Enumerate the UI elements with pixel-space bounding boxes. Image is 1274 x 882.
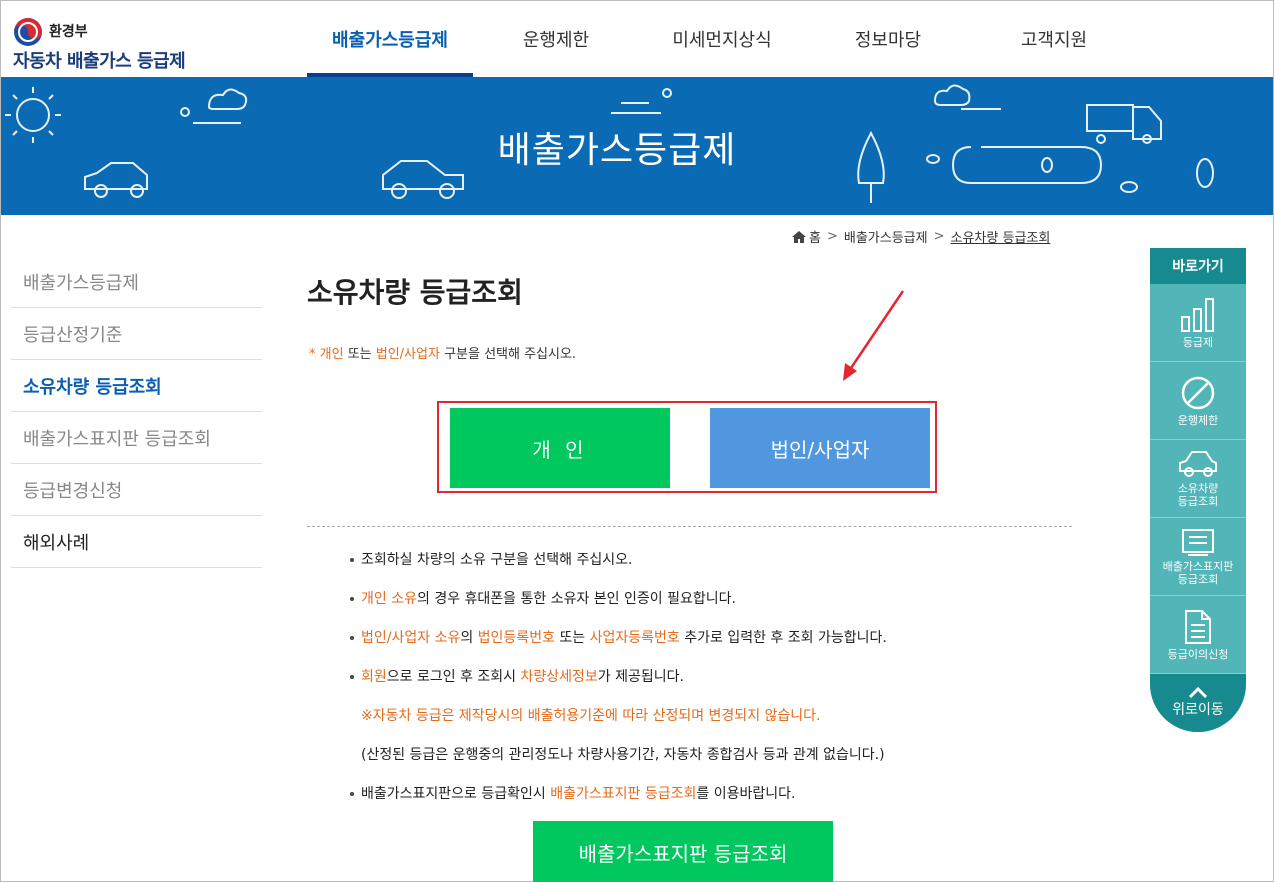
quick-item-label: 소유차량 <box>1177 482 1219 495</box>
nav-driving-restriction[interactable]: 운행제한 <box>473 1 639 77</box>
guide-text: 또는 <box>554 630 590 646</box>
notice-rest: 구분을 선택해 주십시오. <box>439 347 577 362</box>
nav-fine-dust-info[interactable]: 미세먼지상식 <box>639 1 805 77</box>
prohibited-icon <box>1181 376 1215 409</box>
owner-type-notice: * 개인 또는 법인/사업자 구분을 선택해 주십시오. <box>309 343 576 362</box>
notice-or: 또는 <box>343 347 376 362</box>
guide-highlight: 차량상세정보 <box>520 669 598 685</box>
guide-text: 으로 로그인 후 조회시 <box>386 669 521 685</box>
sidebar-item-grade-change-request[interactable]: 등급변경신청 <box>11 464 262 516</box>
sidebar-menu: 배출가스등급제 등급산정기준 소유차량 등급조회 배출가스표지판 등급조회 등급… <box>11 256 262 568</box>
breadcrumb-home[interactable]: 홈 <box>809 227 821 246</box>
chevron-right-icon: > <box>826 229 838 244</box>
notice-mark: * <box>309 347 316 362</box>
chevron-up-icon <box>1188 687 1208 699</box>
guide-text: 조회하실 차량의 소유 구분을 선택해 주십시오. <box>361 552 633 568</box>
ministry-name: 환경부 <box>49 24 88 40</box>
quick-item-label: 등급조회 <box>1177 573 1219 586</box>
guide-item: 개인 소유의 경우 휴대폰을 통한 소유자 본인 인증이 필요합니다. <box>347 588 1067 627</box>
page-banner: 배출가스등급제 <box>1 77 1273 215</box>
nav-customer-support[interactable]: 고객지원 <box>971 1 1137 77</box>
chevron-right-icon: > <box>933 229 945 244</box>
quick-item-vehicle-lookup[interactable]: 소유차량 등급조회 <box>1150 440 1246 518</box>
main-navigation: 배출가스등급제 운행제한 미세먼지상식 정보마당 고객지원 <box>307 1 1137 77</box>
breadcrumb-level1[interactable]: 배출가스등급제 <box>844 227 928 246</box>
breadcrumb: 홈 > 배출가스등급제 > 소유차량 등급조회 <box>791 227 1050 246</box>
dashed-divider <box>307 526 1072 527</box>
sidebar-item-emission-grade[interactable]: 배출가스등급제 <box>11 256 262 308</box>
red-annotation-arrow-icon <box>843 290 905 381</box>
scroll-top-button[interactable]: 위로이동 <box>1150 674 1246 732</box>
banner-title: 배출가스등급제 <box>497 130 737 171</box>
guide-item: 배출가스표지판으로 등급확인시 배출가스표지판 등급조회를 이용바랍니다. <box>347 783 1067 822</box>
guide-highlight: 개인 소유 <box>361 591 417 607</box>
guide-text: 의 <box>460 630 478 646</box>
quick-item-label: 운행제한 <box>1177 413 1219 427</box>
sign-board-icon <box>1182 529 1214 556</box>
quick-item-objection[interactable]: 등급이의신청 <box>1150 596 1246 674</box>
sidebar-item-vehicle-grade-lookup[interactable]: 소유차량 등급조회 <box>11 360 262 412</box>
guide-item: 조회하실 차량의 소유 구분을 선택해 주십시오. <box>347 549 1067 588</box>
guide-highlight: 배출가스표지판 등급조회 <box>550 786 697 802</box>
guide-list: 조회하실 차량의 소유 구분을 선택해 주십시오. 개인 소유의 경우 휴대폰을… <box>347 549 1067 822</box>
notice-corp: 법인/사업자 <box>375 347 440 362</box>
guide-highlight: 회원 <box>361 669 387 685</box>
taegeuk-emblem-icon <box>14 18 42 46</box>
guide-text: 가 제공됩니다. <box>597 669 684 685</box>
quick-item-label: 등급조회 <box>1177 495 1219 508</box>
guide-text: 추가로 입력한 후 조회 가능합니다. <box>679 630 887 646</box>
quick-item-grade[interactable]: 등급제 <box>1150 284 1246 362</box>
sidebar-item-overseas-cases[interactable]: 해외사례 <box>11 516 262 568</box>
quick-item-label: 배출가스표지판 <box>1162 560 1234 573</box>
quick-menu: 바로가기 등급제 운행제한 소유차량 등급조회 배출가스표지판 등급조회 등급이… <box>1150 248 1246 732</box>
car-icon <box>1179 451 1217 477</box>
sidebar-item-sign-grade-lookup[interactable]: 배출가스표지판 등급조회 <box>11 412 262 464</box>
nav-information[interactable]: 정보마당 <box>805 1 971 77</box>
scroll-top-label: 위로이동 <box>1172 702 1224 718</box>
guide-text: 배출가스표지판으로 등급확인시 <box>361 786 551 802</box>
guide-note: (산정된 등급은 운행중의 관리정도나 차량사용기간, 자동차 종합검사 등과 … <box>361 747 885 763</box>
document-icon <box>1185 609 1211 644</box>
page-title: 소유차량 등급조회 <box>307 276 523 309</box>
guide-highlight: 법인/사업자 소유 <box>361 630 461 646</box>
quick-menu-title: 바로가기 <box>1150 248 1246 284</box>
guide-item: 회원으로 로그인 후 조회시 차량상세정보가 제공됩니다. <box>347 666 1067 705</box>
quick-item-restriction[interactable]: 운행제한 <box>1150 362 1246 440</box>
guide-highlight: 사업자등록번호 <box>589 630 680 646</box>
home-icon <box>792 230 806 243</box>
site-header: 환경부 자동차 배출가스 등급제 배출가스등급제 운행제한 미세먼지상식 정보마… <box>1 1 1273 77</box>
guide-text: 의 경우 휴대폰을 통한 소유자 본인 인증이 필요합니다. <box>416 591 736 607</box>
quick-item-label: 등급제 <box>1182 335 1214 349</box>
bar-chart-icon <box>1181 297 1214 332</box>
quick-item-sign-lookup[interactable]: 배출가스표지판 등급조회 <box>1150 518 1246 596</box>
guide-highlight: 법인등록번호 <box>477 630 555 646</box>
site-name: 자동차 배출가스 등급제 <box>13 51 186 72</box>
guide-warning: ※자동차 등급은 제작당시의 배출허용기준에 따라 산정되며 변경되지 않습니다… <box>361 708 821 724</box>
sidebar-item-grade-criteria[interactable]: 등급산정기준 <box>11 308 262 360</box>
guide-item: 법인/사업자 소유의 법인등록번호 또는 사업자등록번호 추가로 입력한 후 조… <box>347 627 1067 666</box>
individual-owner-button[interactable]: 개 인 <box>450 408 670 488</box>
sign-grade-lookup-button[interactable]: 배출가스표지판 등급조회 <box>533 821 833 882</box>
nav-emission-grade[interactable]: 배출가스등급제 <box>307 1 473 77</box>
corporate-owner-button[interactable]: 법인/사업자 <box>710 408 930 488</box>
guide-text: 를 이용바랍니다. <box>696 786 796 802</box>
breadcrumb-current[interactable]: 소유차량 등급조회 <box>951 227 1051 246</box>
notice-person: 개인 <box>319 347 344 362</box>
quick-item-label: 등급이의신청 <box>1167 647 1229 661</box>
